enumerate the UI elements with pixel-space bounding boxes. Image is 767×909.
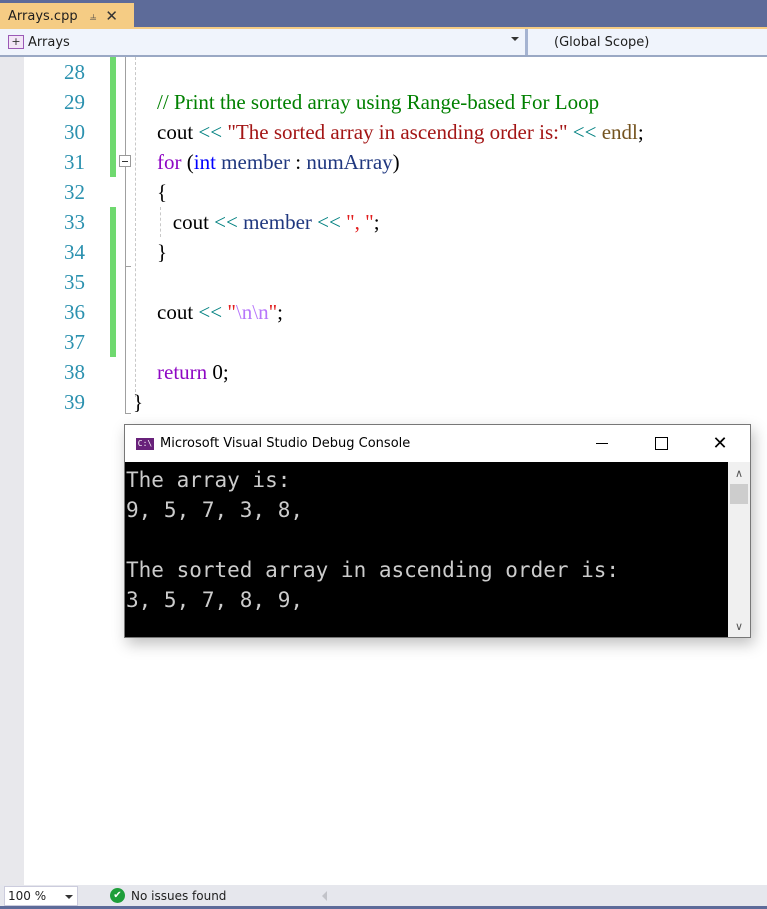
- collapse-icon[interactable]: [119, 155, 131, 167]
- console-app-icon: C:\: [136, 437, 154, 450]
- issues-status[interactable]: ✔ No issues found: [110, 888, 226, 903]
- line-number: 39: [64, 390, 85, 414]
- close-button[interactable]: ✕: [697, 425, 743, 462]
- document-tab-strip: Arrays.cpp ⫨ ✕: [0, 0, 767, 29]
- code-token-plain: ;: [373, 210, 380, 234]
- code-token-plain: :: [289, 150, 307, 174]
- code-token-plain: ): [392, 150, 400, 174]
- code-token-op: <<: [208, 210, 244, 234]
- code-token-op: <<: [567, 120, 602, 144]
- outline-line-end: [125, 413, 131, 414]
- scroll-left-icon[interactable]: [322, 890, 328, 901]
- scroll-up-icon[interactable]: ∧: [728, 464, 750, 482]
- project-dropdown[interactable]: + Arrays: [0, 29, 528, 55]
- project-name: Arrays: [28, 34, 70, 50]
- code-token-esc: \n\n: [235, 300, 269, 324]
- code-token-plain: ;: [277, 300, 284, 324]
- tab-title: Arrays.cpp: [8, 8, 78, 24]
- change-indicator: [110, 57, 116, 177]
- scope-dropdown[interactable]: (Global Scope): [528, 35, 649, 50]
- code-token-kw: return: [157, 360, 208, 384]
- navigation-bar: + Arrays (Global Scope): [0, 29, 767, 57]
- code-token-op: <<: [193, 120, 228, 144]
- code-line[interactable]: // Print the sorted array using Range-ba…: [157, 87, 599, 117]
- editor-status-bar: 100 % ✔ No issues found: [0, 885, 767, 906]
- code-token-type: int: [193, 150, 216, 174]
- zoom-dropdown[interactable]: 100 %: [4, 885, 78, 906]
- code-token-plain: (: [181, 150, 194, 174]
- code-token-plain: cout: [157, 300, 194, 324]
- line-number: 28: [64, 60, 85, 84]
- change-indicator: [110, 207, 116, 357]
- code-token-plain: cout: [157, 120, 194, 144]
- code-line[interactable]: }: [157, 237, 167, 267]
- code-token-plain: cout: [157, 210, 209, 234]
- scroll-down-icon[interactable]: ∨: [728, 617, 750, 635]
- code-token-comment: // Print the sorted array using Range-ba…: [157, 90, 600, 114]
- close-icon[interactable]: ✕: [105, 7, 118, 25]
- maximize-button[interactable]: [638, 425, 684, 462]
- code-token-var: numArray: [306, 150, 393, 174]
- indent-guide: [135, 57, 136, 397]
- code-token-plain: }: [157, 240, 168, 264]
- chevron-down-icon: [65, 894, 73, 899]
- debug-console-window[interactable]: C:\ Microsoft Visual Studio Debug Consol…: [124, 424, 751, 638]
- line-number: 36: [64, 300, 85, 324]
- line-number: 38: [64, 360, 85, 384]
- console-line: The array is:: [126, 468, 291, 492]
- console-titlebar[interactable]: C:\ Microsoft Visual Studio Debug Consol…: [125, 425, 750, 462]
- outline-line-inner-end: [125, 266, 131, 267]
- code-token-plain: 0;: [207, 360, 229, 384]
- line-number: 34: [64, 240, 85, 264]
- tab-arrays-cpp[interactable]: Arrays.cpp ⫨ ✕: [0, 3, 134, 29]
- code-line[interactable]: {: [157, 177, 167, 207]
- chevron-down-icon: [511, 37, 519, 41]
- code-token-plain: }: [133, 390, 144, 414]
- code-token-plain: ;: [637, 120, 644, 144]
- check-circle-icon: ✔: [110, 888, 125, 903]
- line-number: 37: [64, 330, 85, 354]
- code-token-plain: {: [157, 180, 168, 204]
- code-line[interactable]: }: [133, 387, 143, 417]
- console-scrollbar[interactable]: ∧ ∨: [728, 462, 750, 637]
- zoom-value: 100 %: [8, 888, 47, 903]
- code-line[interactable]: cout << "\n\n";: [157, 297, 283, 327]
- code-token-red: ", ": [346, 210, 374, 234]
- line-number: 32: [64, 180, 85, 204]
- console-line: 9, 5, 7, 3, 8,: [126, 498, 304, 522]
- code-token-op: <<: [311, 210, 347, 234]
- code-token-kw: for: [157, 150, 182, 174]
- code-token-var: member: [243, 210, 312, 234]
- code-token-func: endl: [601, 120, 638, 144]
- code-line[interactable]: for (int member : numArray): [157, 147, 400, 177]
- console-title: Microsoft Visual Studio Debug Console: [160, 436, 411, 451]
- issues-status-text: No issues found: [131, 888, 227, 903]
- code-line[interactable]: cout << member << ", ";: [157, 207, 380, 237]
- line-number: 35: [64, 270, 85, 294]
- code-token-str: "The sorted array in ascending order is:…: [227, 120, 568, 144]
- project-icon: +: [8, 35, 24, 49]
- code-token-op: <<: [193, 300, 228, 324]
- code-token-var: member: [215, 150, 290, 174]
- code-token-red: ": [227, 300, 236, 324]
- code-line[interactable]: cout << "The sorted array in ascending o…: [157, 117, 644, 147]
- pin-icon[interactable]: ⫨: [90, 9, 97, 24]
- scrollbar-thumb[interactable]: [730, 484, 748, 504]
- console-line: The sorted array in ascending order is:: [126, 558, 620, 582]
- console-output[interactable]: The array is: 9, 5, 7, 3, 8, The sorted …: [125, 462, 728, 637]
- code-line[interactable]: return 0;: [157, 357, 229, 387]
- line-number: 31: [64, 150, 85, 174]
- code-token-red: ": [268, 300, 278, 324]
- glyph-margin: [0, 57, 24, 885]
- console-line: 3, 5, 7, 8, 9,: [126, 588, 304, 612]
- line-number: 29: [64, 90, 85, 114]
- line-number: 33: [64, 210, 85, 234]
- outline-line: [125, 57, 126, 414]
- minimize-button[interactable]: [579, 425, 625, 462]
- line-number: 30: [64, 120, 85, 144]
